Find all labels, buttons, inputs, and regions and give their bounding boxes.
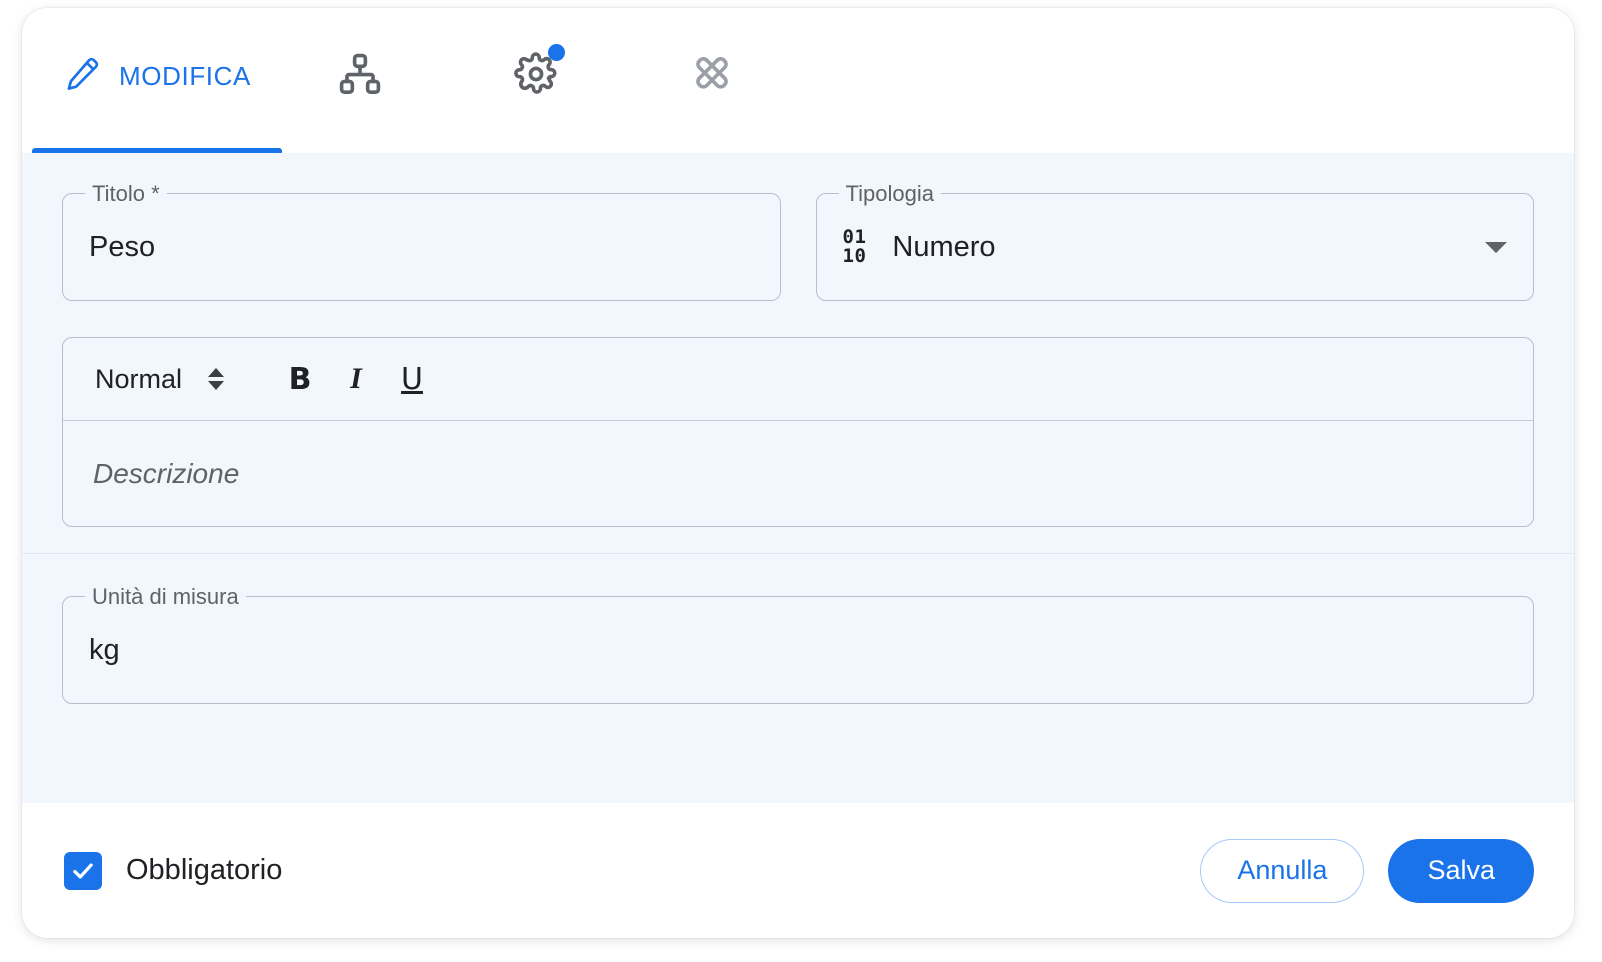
- screen-root: MODIFICA Titolo * Peso Tipologia 01 10 N…: [0, 0, 1602, 962]
- obbligatorio-checkbox-row[interactable]: Obbligatorio: [64, 851, 283, 890]
- unita-legend: Unità di misura: [85, 585, 246, 609]
- binary-icon-bottom: 10: [842, 245, 867, 267]
- unita-value: kg: [89, 633, 120, 666]
- notification-badge-dot: [548, 44, 565, 61]
- form-body: Titolo * Peso Tipologia 01 10 Numero Nor…: [22, 153, 1574, 803]
- field-editor-card: MODIFICA Titolo * Peso Tipologia 01 10 N…: [22, 8, 1574, 938]
- titolo-field[interactable]: Titolo * Peso: [62, 182, 781, 301]
- binary-icon: 01 10: [843, 228, 867, 266]
- tab-bar: MODIFICA: [22, 8, 1574, 153]
- obbligatorio-label: Obbligatorio: [126, 854, 283, 886]
- check-icon: [73, 862, 93, 879]
- design-services-icon: [689, 51, 735, 102]
- underline-button[interactable]: U: [384, 351, 440, 407]
- title-type-row: Titolo * Peso Tipologia 01 10 Numero: [62, 182, 1534, 301]
- chevron-down-icon[interactable]: [1485, 241, 1507, 253]
- pencil-icon: [63, 55, 101, 98]
- tab-impostazioni[interactable]: [448, 8, 624, 153]
- editor-toolbar: Normal B I U: [63, 338, 1533, 421]
- tipologia-value: Numero: [892, 230, 996, 263]
- chevron-updown-icon: [208, 368, 225, 390]
- titolo-legend: Titolo *: [85, 182, 167, 206]
- tab-modifica[interactable]: MODIFICA: [22, 8, 282, 153]
- text-style-label: Normal: [95, 363, 183, 394]
- tipologia-select[interactable]: Tipologia 01 10 Numero: [815, 182, 1534, 301]
- save-button[interactable]: Salva: [1388, 838, 1534, 903]
- tab-struttura[interactable]: [272, 8, 448, 153]
- titolo-value: Peso: [89, 230, 156, 263]
- text-style-select[interactable]: Normal: [95, 363, 225, 395]
- description-input[interactable]: Descrizione: [63, 421, 1533, 526]
- description-placeholder: Descrizione: [93, 457, 240, 489]
- tab-modifica-label: MODIFICA: [119, 61, 251, 91]
- tipologia-legend: Tipologia: [838, 182, 941, 206]
- bold-button[interactable]: B: [272, 351, 328, 407]
- gear-icon-wrapper: [513, 44, 565, 102]
- obbligatorio-checkbox[interactable]: [64, 851, 102, 890]
- italic-button[interactable]: I: [328, 351, 384, 407]
- tab-design[interactable]: [624, 8, 800, 153]
- unit-section: Unità di misura kg: [22, 554, 1574, 744]
- cancel-button[interactable]: Annulla: [1200, 838, 1365, 903]
- unita-di-misura-field[interactable]: Unità di misura kg: [62, 585, 1534, 704]
- main-fields-section: Titolo * Peso Tipologia 01 10 Numero Nor…: [22, 153, 1574, 553]
- account-tree-icon: [337, 51, 383, 102]
- tab-active-indicator: [32, 148, 282, 153]
- footer-bar: Obbligatorio Annulla Salva: [22, 803, 1574, 938]
- description-editor: Normal B I U Descrizione: [62, 337, 1534, 527]
